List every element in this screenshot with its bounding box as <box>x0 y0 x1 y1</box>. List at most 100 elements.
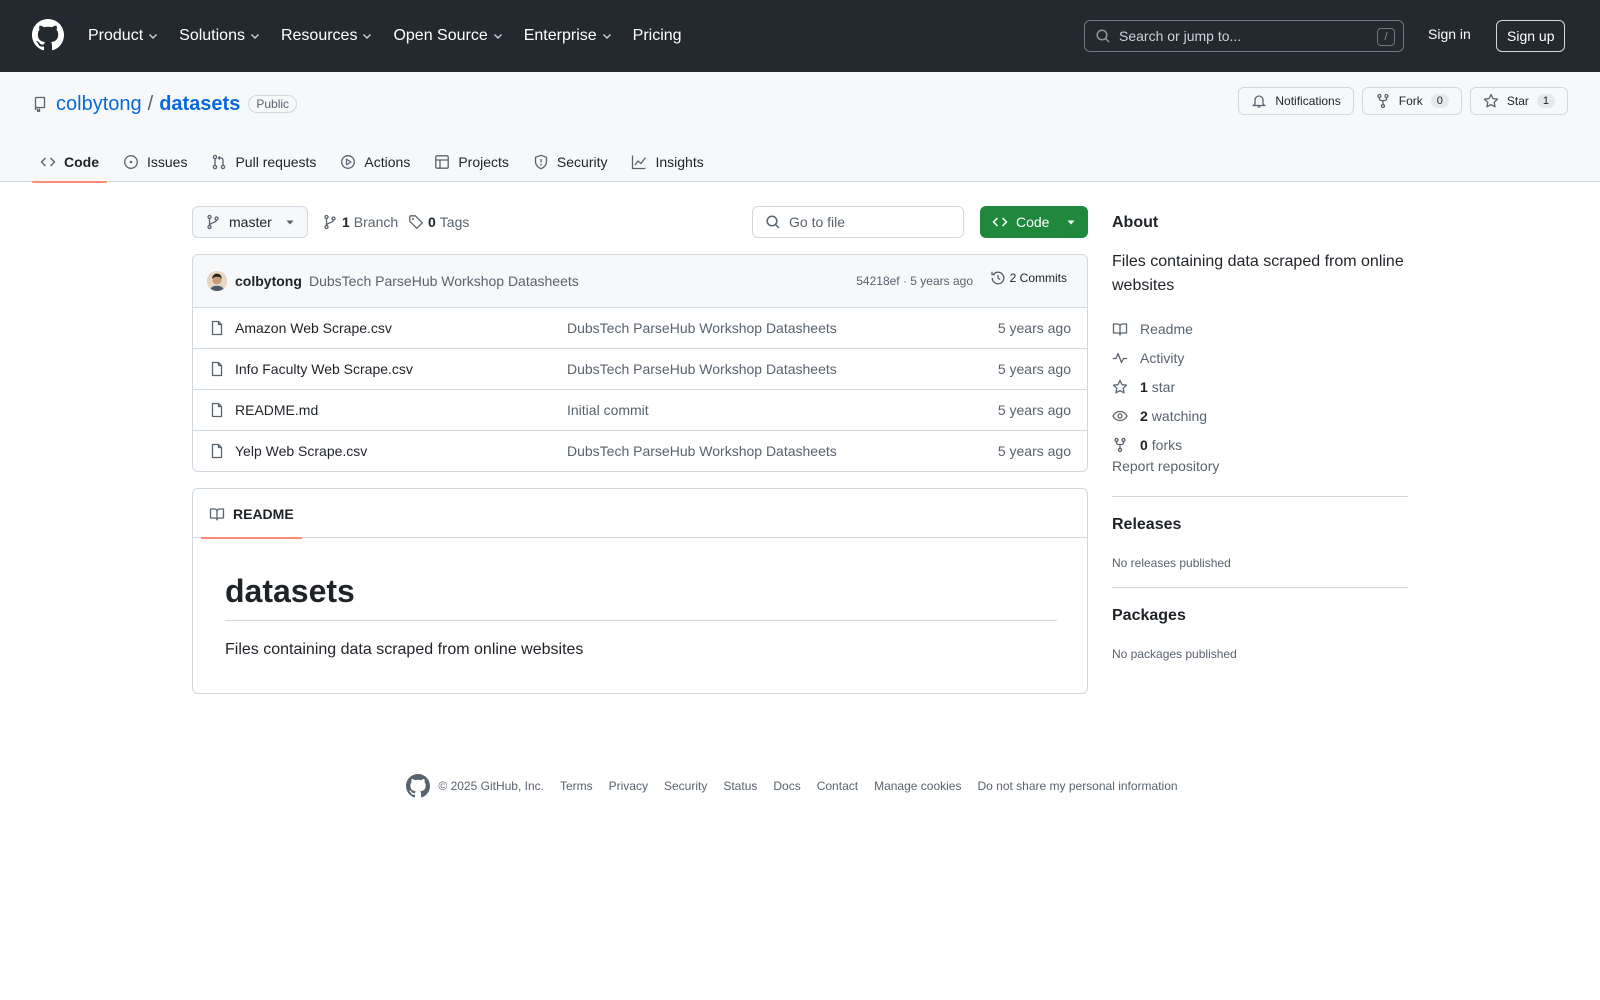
file-name-link[interactable]: Info Faculty Web Scrape.csv <box>235 361 413 377</box>
repo-actions: Notifications Fork 0 Star 1 <box>1230 87 1568 115</box>
tags-link[interactable]: 0 Tags <box>408 206 469 238</box>
star-icon <box>1112 379 1140 395</box>
watchers-link[interactable]: 2 watching <box>1112 401 1408 430</box>
file-commit-message-link[interactable]: Initial commit <box>567 402 649 418</box>
go-to-file-placeholder: Go to file <box>789 214 846 230</box>
file-row[interactable]: Amazon Web Scrape.csv DubsTech ParseHub … <box>193 308 1087 349</box>
branch-icon <box>322 214 338 230</box>
sign-up-button[interactable]: Sign up <box>1496 20 1566 52</box>
tag-count: 0 <box>428 214 436 230</box>
eye-icon <box>1112 408 1140 424</box>
repo-owner-link[interactable]: colbytong <box>56 93 142 116</box>
history-icon <box>990 270 1010 286</box>
footer-link-contact[interactable]: Contact <box>817 779 858 793</box>
file-row[interactable]: Info Faculty Web Scrape.csv DubsTech Par… <box>193 349 1087 390</box>
nav-solutions[interactable]: Solutions <box>179 27 261 45</box>
stars-link[interactable]: 1 star <box>1112 372 1408 401</box>
footer-link-terms[interactable]: Terms <box>560 779 593 793</box>
report-repository-link[interactable]: Report repository <box>1112 458 1219 474</box>
repo-separator: / <box>147 92 154 115</box>
branch-selector-button[interactable]: master <box>192 206 308 238</box>
search-icon <box>1095 28 1111 44</box>
tab-code[interactable]: Code <box>32 142 107 183</box>
file-commit-message-link[interactable]: DubsTech ParseHub Workshop Datasheets <box>567 361 837 377</box>
table-icon <box>434 154 458 170</box>
repo-tabs: Code Issues Pull requests Actions Projec… <box>32 142 720 183</box>
file-commit-time: 5 years ago <box>997 361 1071 377</box>
chevron-down-icon <box>147 30 159 42</box>
github-logo-icon[interactable] <box>32 19 64 51</box>
book-icon <box>209 506 233 522</box>
file-row[interactable]: README.md Initial commit 5 years ago <box>193 390 1087 431</box>
nav-resources[interactable]: Resources <box>281 27 373 45</box>
chevron-down-icon <box>492 30 504 42</box>
github-mark-icon[interactable] <box>406 774 431 798</box>
footer-link-manage-cookies[interactable]: Manage cookies <box>874 779 961 793</box>
commits-history-link[interactable]: 2 Commits <box>990 270 1067 286</box>
go-to-file-input[interactable]: Go to file <box>752 206 964 238</box>
repo-name-link[interactable]: datasets <box>159 93 240 116</box>
nav-product[interactable]: Product <box>88 27 159 45</box>
footer-link-do-not-share[interactable]: Do not share my personal information <box>977 779 1177 793</box>
tab-insights[interactable]: Insights <box>623 142 711 182</box>
footer-link-status[interactable]: Status <box>723 779 757 793</box>
graph-icon <box>631 154 655 170</box>
tab-actions[interactable]: Actions <box>332 142 418 182</box>
file-commit-message-link[interactable]: DubsTech ParseHub Workshop Datasheets <box>567 443 837 459</box>
file-name-link[interactable]: README.md <box>235 402 318 418</box>
sign-in-link[interactable]: Sign in <box>1428 26 1471 42</box>
commit-author-link[interactable]: colbytong <box>235 273 302 289</box>
branches-link[interactable]: 1 Branch <box>322 206 398 238</box>
footer-link-docs[interactable]: Docs <box>773 779 800 793</box>
author-avatar[interactable] <box>207 271 227 291</box>
tab-projects[interactable]: Projects <box>426 142 517 182</box>
forks-link[interactable]: 0 forks <box>1112 430 1408 459</box>
commit-message-link[interactable]: DubsTech ParseHub Workshop Datasheets <box>309 273 579 289</box>
footer-link-security[interactable]: Security <box>664 779 707 793</box>
code-dropdown-button[interactable]: Code <box>980 206 1088 238</box>
caret-down-icon <box>1066 217 1076 227</box>
packages-title-link[interactable]: Packages <box>1112 607 1186 625</box>
page-footer: © 2025 GitHub, Inc. Terms Privacy Securi… <box>0 774 1600 798</box>
tab-security[interactable]: Security <box>525 142 616 182</box>
tab-pull-requests[interactable]: Pull requests <box>203 142 324 182</box>
watching-count: 2 <box>1140 407 1148 424</box>
global-header: Product Solutions Resources Open Source … <box>0 0 1600 72</box>
pulse-icon <box>1112 350 1140 366</box>
file-name-link[interactable]: Amazon Web Scrape.csv <box>235 320 392 336</box>
repo-title: colbytong / datasets Public <box>32 92 298 116</box>
chevron-down-icon <box>361 30 373 42</box>
stars-count: 1 <box>1140 378 1148 395</box>
tag-icon <box>408 214 424 230</box>
global-search-input[interactable]: Search or jump to... / <box>1084 20 1404 52</box>
shield-icon <box>533 154 557 170</box>
chevron-down-icon <box>601 30 613 42</box>
chevron-down-icon <box>249 30 261 42</box>
commit-hash-time[interactable]: 54218ef · 5 years ago <box>856 274 973 288</box>
readme-tabbar: README <box>193 489 1087 539</box>
releases-title-link[interactable]: Releases <box>1112 516 1181 534</box>
fork-count: 0 <box>1430 94 1449 108</box>
tab-issues[interactable]: Issues <box>115 142 195 182</box>
file-row[interactable]: Yelp Web Scrape.csv DubsTech ParseHub Wo… <box>193 431 1087 471</box>
footer-link-privacy[interactable]: Privacy <box>609 779 648 793</box>
book-icon <box>1112 321 1140 337</box>
file-icon <box>209 361 225 377</box>
file-list: colbytong DubsTech ParseHub Workshop Dat… <box>192 254 1088 472</box>
file-commit-message-link[interactable]: DubsTech ParseHub Workshop Datasheets <box>567 320 837 336</box>
file-icon <box>209 402 225 418</box>
sidebar-divider <box>1112 587 1408 588</box>
tab-readme[interactable]: README <box>201 489 302 539</box>
nav-pricing[interactable]: Pricing <box>633 27 682 45</box>
nav-enterprise[interactable]: Enterprise <box>524 27 613 45</box>
repo-icon <box>32 96 48 112</box>
file-name-link[interactable]: Yelp Web Scrape.csv <box>235 443 367 459</box>
forks-count: 0 <box>1140 436 1148 453</box>
sidebar-divider <box>1112 496 1408 497</box>
activity-link[interactable]: Activity <box>1112 343 1408 372</box>
readme-link[interactable]: Readme <box>1112 314 1408 343</box>
star-button[interactable]: Star 1 <box>1469 87 1568 115</box>
nav-open-source[interactable]: Open Source <box>393 27 503 45</box>
notifications-button[interactable]: Notifications <box>1238 87 1354 115</box>
fork-button[interactable]: Fork 0 <box>1361 87 1462 115</box>
